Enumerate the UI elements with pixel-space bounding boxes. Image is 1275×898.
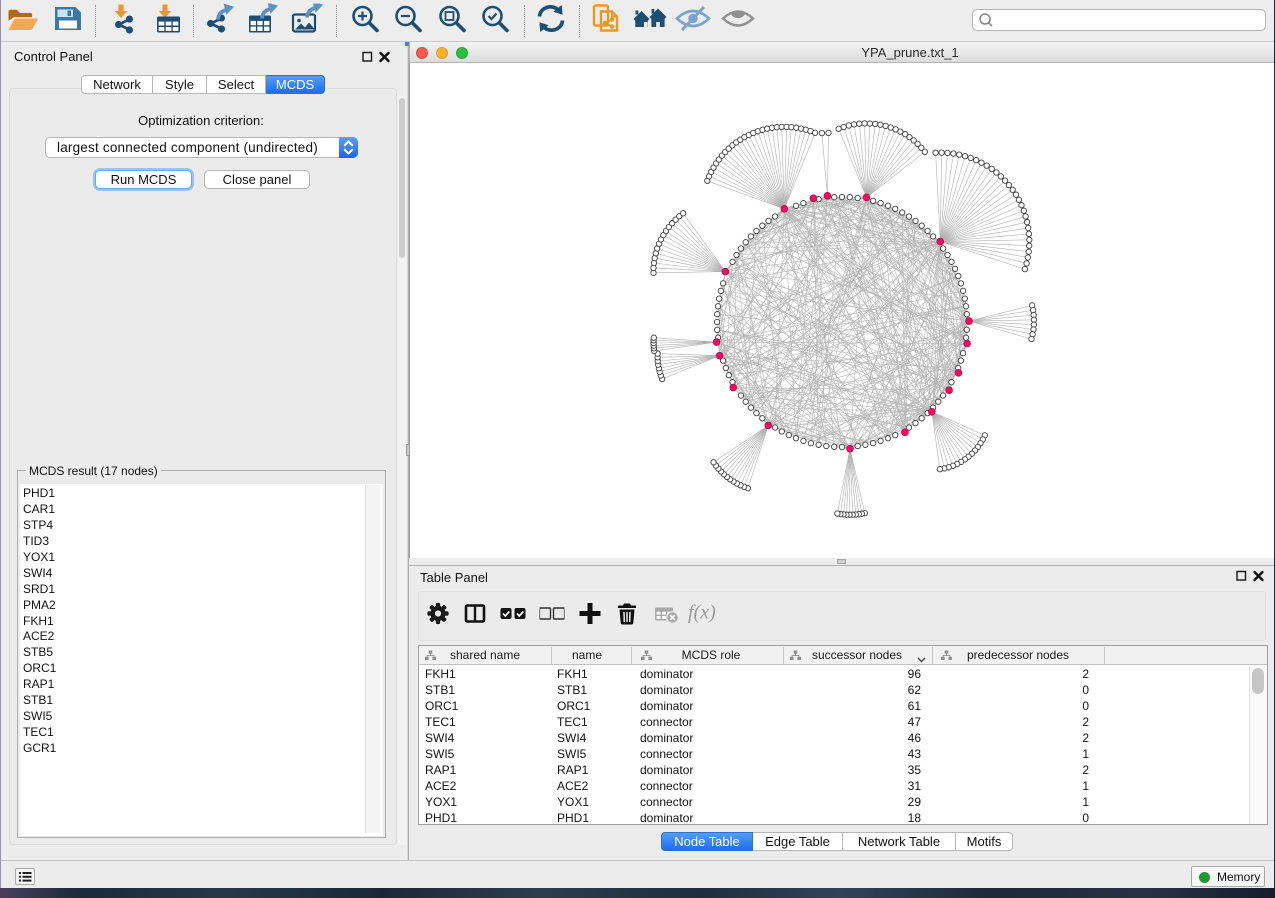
svg-text:f(x): f(x) xyxy=(688,603,716,624)
